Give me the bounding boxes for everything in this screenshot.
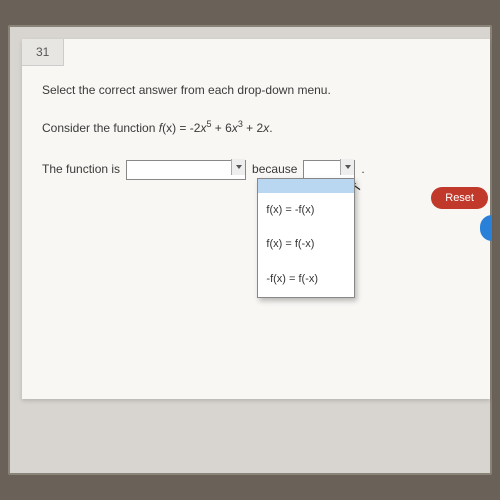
dropdown-1-wrap — [126, 158, 246, 181]
reset-button[interactable]: Reset — [431, 187, 488, 209]
dropdown-reason-menu: f(x) = -f(x) f(x) = f(-x) -f(x) = f(-x) — [257, 178, 355, 299]
dropdown-option-1[interactable]: f(x) = -f(x) — [258, 193, 354, 228]
dropdown-reason[interactable] — [303, 160, 355, 180]
consider-prefix: Consider the function — [42, 121, 159, 135]
question-card: 31 Select the correct answer from each d… — [22, 39, 490, 399]
dropdown-2-wrap: ↖ f(x) = -f(x) f(x) = f(-x) -f(x) = f(-x… — [303, 158, 355, 181]
question-number: 31 — [36, 45, 49, 59]
trailing-period: . — [361, 158, 364, 181]
instructions-text: Select the correct answer from each drop… — [42, 79, 470, 102]
plus-2: + 2 — [243, 121, 263, 135]
plus-6: + 6 — [211, 121, 231, 135]
question-number-tab: 31 — [22, 39, 64, 66]
answer-row: The function is because ↖ f(x) = -f(x) f… — [42, 158, 470, 181]
func-arg-start: (x) = -2 — [162, 121, 200, 135]
function-definition: Consider the function f(x) = -2x5 + 6x3 … — [42, 116, 470, 140]
dropdown-parity[interactable] — [126, 160, 246, 180]
next-button-partial[interactable] — [480, 215, 492, 241]
dropdown-option-2[interactable]: f(x) = f(-x) — [258, 227, 354, 262]
question-content: Select the correct answer from each drop… — [22, 39, 490, 200]
period: . — [269, 121, 272, 135]
answer-prefix: The function is — [42, 158, 120, 181]
screen-frame: 31 Select the correct answer from each d… — [8, 25, 492, 475]
dropdown-option-3[interactable]: -f(x) = f(-x) — [258, 262, 354, 297]
dropdown-option-blank[interactable] — [258, 179, 354, 193]
